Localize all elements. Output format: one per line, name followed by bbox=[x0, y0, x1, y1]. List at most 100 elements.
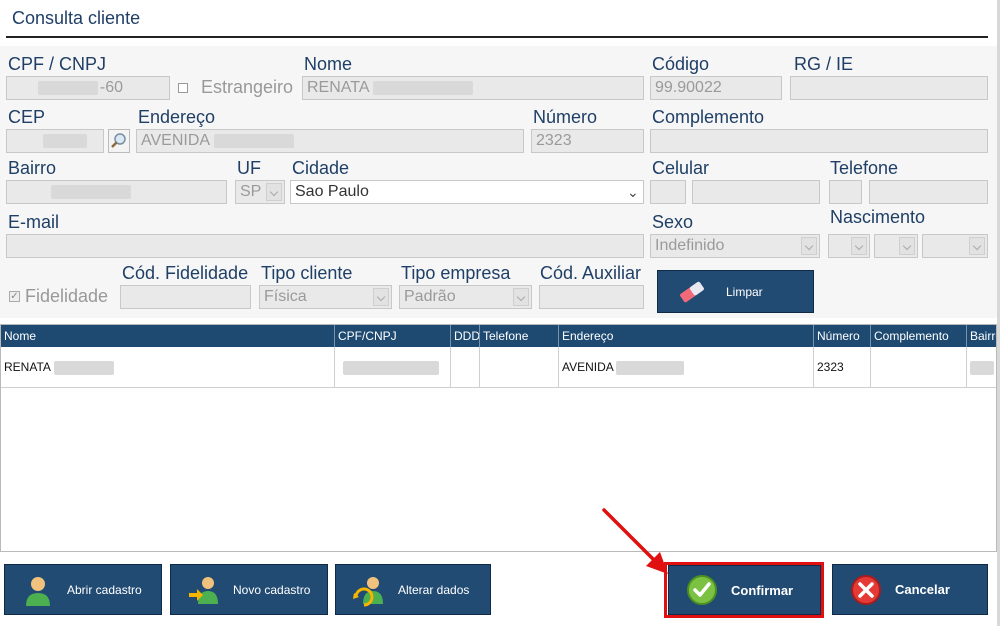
tipo-cliente-label: Tipo cliente bbox=[261, 263, 353, 283]
bairro-label: Bairro bbox=[8, 158, 57, 178]
email-field[interactable] bbox=[6, 234, 644, 258]
tipo-empresa-select[interactable]: Padrão bbox=[399, 285, 532, 309]
magnifier-icon bbox=[111, 133, 126, 148]
email-label: E-mail bbox=[8, 212, 60, 232]
cod-auxiliar-label: Cód. Auxiliar bbox=[540, 263, 642, 283]
cod-auxiliar-field[interactable] bbox=[539, 285, 644, 309]
title-divider bbox=[6, 36, 988, 38]
chevron-down-icon bbox=[851, 237, 867, 255]
cell-nome: RENATA bbox=[1, 347, 335, 387]
eraser-icon bbox=[680, 281, 704, 302]
cep-search-button[interactable] bbox=[108, 129, 130, 153]
column-header-complemento[interactable]: Complemento bbox=[871, 325, 967, 347]
sexo-label: Sexo bbox=[652, 212, 694, 232]
rg-label: RG / IE bbox=[794, 54, 854, 74]
cpf-field[interactable]: -60 bbox=[6, 76, 170, 100]
highlight-box bbox=[664, 562, 824, 618]
chevron-down-icon bbox=[969, 237, 985, 255]
chevron-down-icon: ⌄ bbox=[627, 184, 639, 200]
redacted-value bbox=[343, 360, 439, 375]
cell-endereco: AVENIDA bbox=[559, 347, 814, 387]
cod-fidelidade-field[interactable] bbox=[120, 285, 251, 309]
redacted-value bbox=[37, 80, 98, 95]
bairro-field[interactable] bbox=[6, 180, 227, 204]
edit-user-icon bbox=[353, 576, 383, 606]
column-header-bairro[interactable]: Bairro bbox=[967, 325, 996, 347]
cell-ddd bbox=[451, 347, 480, 387]
chevron-down-icon bbox=[801, 237, 817, 255]
column-header-numero[interactable]: Número bbox=[814, 325, 871, 347]
sexo-select[interactable]: Indefinido bbox=[650, 234, 820, 258]
celular-field[interactable] bbox=[692, 180, 820, 204]
endereco-field[interactable]: AVENIDA bbox=[136, 129, 524, 153]
tipo-cliente-select[interactable]: Física bbox=[259, 285, 392, 309]
endereco-label: Endereço bbox=[138, 107, 216, 127]
redacted-value bbox=[373, 80, 474, 95]
nascimento-ano-select[interactable] bbox=[922, 234, 988, 258]
chevron-down-icon bbox=[373, 288, 389, 306]
rg-field[interactable] bbox=[790, 76, 988, 100]
close-icon bbox=[851, 574, 881, 605]
user-icon bbox=[26, 576, 50, 606]
nascimento-dia-select[interactable] bbox=[828, 234, 870, 258]
chevron-down-icon bbox=[899, 237, 915, 255]
cell-complemento bbox=[871, 347, 967, 387]
abrir-cadastro-button[interactable]: Abrir cadastro bbox=[4, 564, 162, 615]
redacted-value bbox=[616, 360, 685, 375]
uf-label: UF bbox=[237, 158, 261, 178]
telefone-field[interactable] bbox=[869, 180, 988, 204]
redacted-value bbox=[43, 133, 87, 148]
customer-results-grid[interactable]: Nome CPF/CNPJ DDD Telefone Endereço Núme… bbox=[0, 324, 997, 552]
celular-ddd-field[interactable] bbox=[650, 180, 686, 204]
cidade-select[interactable]: Sao Paulo ⌄ bbox=[290, 180, 644, 204]
codigo-label: Código bbox=[652, 54, 710, 74]
codigo-field[interactable]: 99.90022 bbox=[650, 76, 782, 100]
column-header-nome[interactable]: Nome bbox=[1, 325, 335, 347]
uf-select[interactable]: SP bbox=[235, 180, 285, 204]
redacted-value bbox=[53, 360, 114, 375]
alterar-dados-button[interactable]: Alterar dados bbox=[335, 564, 491, 615]
cell-bairro bbox=[967, 347, 996, 387]
chevron-down-icon bbox=[266, 183, 282, 201]
table-row[interactable]: RENATA AVENIDA 2323 bbox=[1, 347, 996, 388]
nascimento-label: Nascimento bbox=[830, 207, 926, 227]
estrangeiro-label: Estrangeiro bbox=[201, 77, 294, 97]
tipo-empresa-label: Tipo empresa bbox=[401, 263, 511, 283]
telefone-ddd-field[interactable] bbox=[829, 180, 862, 204]
cell-telefone bbox=[480, 347, 559, 387]
telefone-label: Telefone bbox=[830, 158, 899, 178]
novo-cadastro-button[interactable]: Novo cadastro bbox=[170, 564, 328, 615]
nome-field[interactable]: RENATA bbox=[302, 76, 644, 100]
cancelar-button[interactable]: Cancelar bbox=[832, 564, 988, 615]
column-header-endereco[interactable]: Endereço bbox=[559, 325, 814, 347]
fidelidade-checkbox[interactable]: ✓ bbox=[9, 291, 20, 302]
cell-cpf bbox=[335, 347, 451, 387]
celular-label: Celular bbox=[652, 158, 710, 178]
column-header-telefone[interactable]: Telefone bbox=[480, 325, 559, 347]
arrow-annotation-icon bbox=[602, 508, 668, 574]
cell-numero: 2323 bbox=[814, 347, 871, 387]
column-header-cpf[interactable]: CPF/CNPJ bbox=[335, 325, 451, 347]
nome-label: Nome bbox=[304, 54, 353, 74]
limpar-button[interactable]: Limpar bbox=[657, 270, 814, 313]
numero-field[interactable]: 2323 bbox=[531, 129, 644, 153]
cod-fidelidade-label: Cód. Fidelidade bbox=[122, 263, 249, 283]
cpf-label: CPF / CNPJ bbox=[8, 54, 107, 74]
complemento-label: Complemento bbox=[652, 107, 765, 127]
cidade-label: Cidade bbox=[292, 158, 350, 178]
grid-header: Nome CPF/CNPJ DDD Telefone Endereço Núme… bbox=[1, 325, 996, 347]
cep-label: CEP bbox=[8, 107, 46, 127]
complemento-field[interactable] bbox=[650, 129, 988, 153]
column-header-ddd[interactable]: DDD bbox=[451, 325, 480, 347]
window-title: Consulta cliente bbox=[12, 8, 141, 28]
fidelidade-label: Fidelidade bbox=[25, 286, 109, 306]
add-user-icon bbox=[189, 576, 218, 604]
redacted-value bbox=[51, 184, 131, 199]
numero-label: Número bbox=[533, 107, 598, 127]
redacted-value bbox=[213, 133, 294, 148]
estrangeiro-checkbox[interactable] bbox=[178, 83, 188, 93]
redacted-value bbox=[970, 360, 994, 375]
cep-field[interactable] bbox=[6, 129, 104, 153]
nascimento-mes-select[interactable] bbox=[874, 234, 918, 258]
chevron-down-icon bbox=[513, 288, 529, 306]
